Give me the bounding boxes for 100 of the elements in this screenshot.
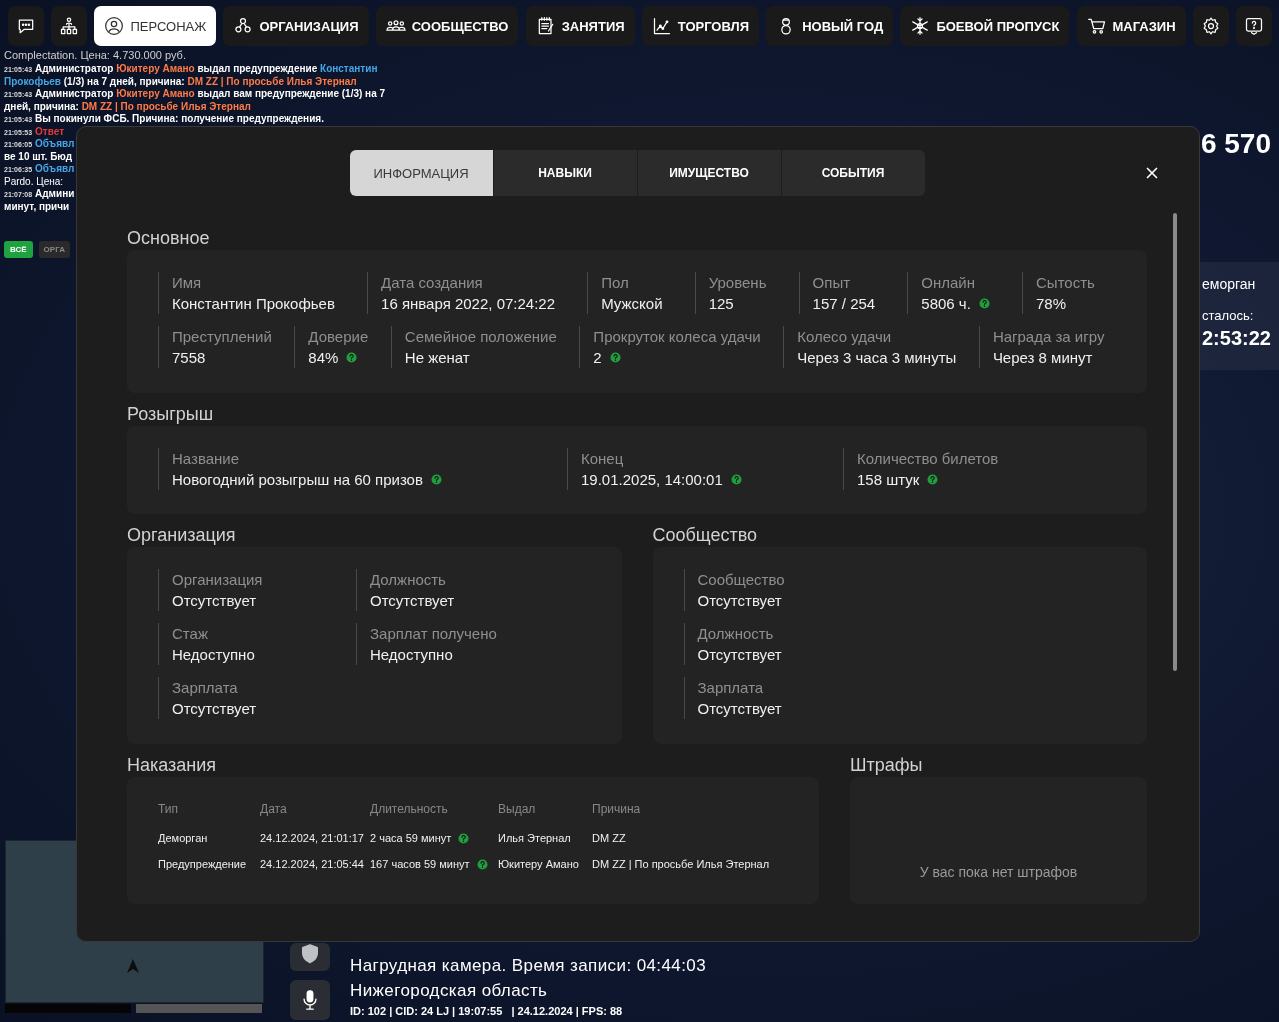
table-cell: DM ZZ | По просьбе Илья Этернал [592,858,770,870]
nav-tab[interactable]: ТОРГОВЛЯ [641,6,759,46]
field-value: Через 8 минут [992,348,1093,368]
help-button[interactable] [1235,6,1272,46]
field-value: 5806 ч. [921,294,971,314]
help-icon[interactable] [978,298,990,309]
field-value: Отсутствует [697,645,782,665]
field-value: Через 3 часа 3 минуты [797,348,957,368]
field-value: 84% [308,348,339,368]
nav-tab[interactable]: НОВЫЙ ГОД [766,6,894,46]
column-header: Тип [158,801,179,818]
chat-message: Администратор Юкитеру Амано выдал вам предупреждение (1/3) на 7 [35,88,386,99]
nav-tab[interactable]: ОРГАНИЗАЦИЯ [223,6,369,46]
cart-icon [1086,16,1107,36]
chat-message: дней, причина: DM ZZ | По просьбе Илья Этернал [4,100,251,112]
nav-tab[interactable]: БОЕВОЙ ПРОПУСК [900,6,1070,46]
help-icon[interactable] [476,858,488,870]
table-cell: 2 часа 59 минут [370,832,452,844]
nav-tab[interactable]: ЗАНЯТИЯ [525,6,635,46]
field-value: Отсутствует [172,699,257,719]
column-header: Выдал [498,801,537,818]
column-header: Причина [592,801,642,818]
server-info: ID: 102 | CID: 24 LJ | 19:07:55 | 24.12.2024 | FPS: 88 [350,1004,624,1019]
help-icon[interactable] [458,832,470,844]
field-label: Зарплата [172,678,238,698]
help-icon[interactable] [430,474,442,485]
table-cell: 24.12.2024, 21:01:17 [260,832,364,844]
chat-message: Прокофьев (1/3) на 7 дней, причина: DM ZZ | По просьбе Илья Этернал [4,75,357,87]
chat-message: ве 10 шт. Бюд [4,150,73,162]
help-icon[interactable] [346,352,358,363]
nav-tab[interactable]: ПЕРСОНАЖ [94,6,217,46]
field-value: 125 [708,294,734,314]
field-value: 78% [1036,294,1067,314]
snowflake-icon [910,16,931,36]
hierarchy-button[interactable] [51,6,88,46]
field-label: Онлайн [921,273,976,293]
section-title: Сообщество [652,524,758,546]
field-label: Зарплата [697,678,764,698]
tab[interactable]: НАВЫКИ [493,150,637,196]
bodycam-caption: Нагрудная камера. Время записи: 04:44:03 [350,955,707,977]
field-label: Стаж [172,624,208,644]
field-value: Недоступно [370,645,453,665]
remaining-timer: 2:53:22 [1202,327,1271,350]
help-icon[interactable] [609,352,621,363]
column-header: Дата [260,801,288,818]
user-icon [104,16,125,36]
field-label: Название [172,449,240,469]
field-value: Отсутствует [370,591,455,611]
chat-message: Pardo. Цена: [4,175,64,187]
field-value: 158 штук [857,470,920,490]
field-label: Должность [370,570,446,590]
field-value: 157 / 254 [812,294,876,314]
table-cell: Предупреждение [158,858,247,870]
field-value: Отсутствует [697,699,782,719]
field-label: Сытость [1036,273,1095,293]
column-header: Длительность [370,801,449,818]
field-value: Не женат [404,348,470,368]
field-value: 7558 [172,348,206,368]
field-label: Опыт [812,273,851,293]
help-icon[interactable] [927,474,939,485]
field-label: Сообщество [697,570,785,590]
field-label: Награда за игру [992,327,1105,347]
org-chart-icon [59,16,80,36]
field-value: 16 января 2022, 07:24:22 [381,294,556,314]
tab[interactable]: ИНФОРМАЦИЯ [349,150,493,196]
shield-button[interactable] [290,943,330,971]
chat-message: Ответ [35,125,65,137]
settings-button[interactable] [1192,6,1229,46]
help-icon[interactable] [730,474,742,485]
field-label: Семейное положение [404,327,557,347]
shield-icon [299,943,321,965]
field-value: Новогодний розыгрыш на 60 призов [172,470,423,490]
field-label: Конец [581,449,624,469]
table-cell: Юкитеру Амано [498,858,579,870]
scrollbar[interactable] [1173,213,1177,671]
field-label: Прокруток колеса удачи [593,327,761,347]
chat-message: минут, причи [4,200,70,212]
field-label: Колесо удачи [797,327,892,347]
help-icon [1243,16,1264,36]
field-value: Недоступно [172,645,255,665]
nav-tab[interactable]: СООБЩЕСТВО [375,6,519,46]
field-value: Отсутствует [697,591,782,611]
chat-filter-tab[interactable]: ОРГА [38,241,70,258]
field-label: Организация [172,570,263,590]
field-label: Должность [697,624,774,644]
chat-message: Администратор Юкитеру Амано выдал предупреждение Константин [35,63,378,74]
section-title: Розыгрыш [127,403,214,425]
chat-button[interactable] [8,6,44,46]
field-value: Мужской [601,294,663,314]
field-label: Доверие [308,327,369,347]
field-value: Отсутствует [172,591,257,611]
table-cell: 24.12.2024, 21:05:44 [260,858,364,870]
chat-message: Вы покинули ФСБ. Причина: получение предупреждения. [35,113,324,124]
field-label: Дата создания [381,273,483,293]
nav-tab[interactable]: МАГАЗИН [1076,6,1186,46]
table-cell: DM ZZ [592,832,626,844]
tab[interactable]: ИМУЩЕСТВО [637,150,781,196]
field-value: 2 [593,348,602,368]
tab[interactable]: СОБЫТИЯ [781,150,925,196]
microphone-button[interactable] [290,980,330,1020]
